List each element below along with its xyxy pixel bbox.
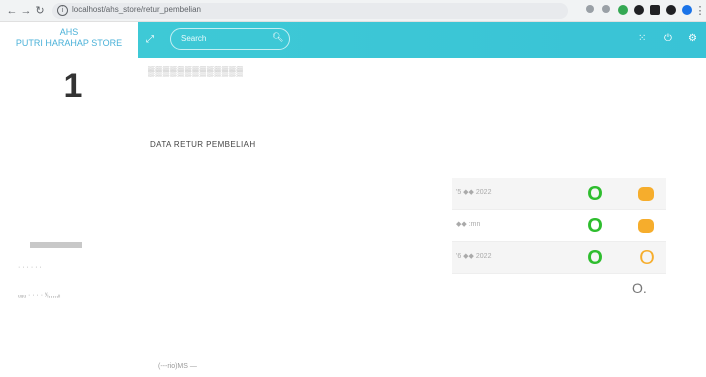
brand-name: PUTRI HARAHAP STORE (15, 38, 123, 48)
brand-logo[interactable]: AHS PUTRI HARAHAP STORE (0, 22, 138, 58)
sidebar-item[interactable]: ᵤᵤᵤ · · · · ʸᵢ,,,,,ᵢᵢ (18, 292, 60, 299)
window-icon[interactable] (650, 5, 660, 15)
info-icon[interactable]: i (57, 5, 68, 16)
page-title: DATA RETUR PEMBELIAH (150, 140, 256, 149)
edit-icon[interactable]: O (638, 247, 656, 269)
cast-icon[interactable] (666, 5, 676, 15)
browser-toolbar: ← → ↻ i localhost/ahs_store/retur_pembel… (0, 0, 706, 22)
sidebar-item[interactable]: · · · · · · (18, 264, 42, 271)
profile-icon[interactable] (682, 5, 692, 15)
address-text: localhost/ahs_store/retur_pembelian (72, 5, 201, 14)
action-icon[interactable]: O. (632, 280, 647, 296)
edit-icon[interactable] (638, 219, 654, 233)
date-cell: '5 ◆◆ 2022 (456, 189, 492, 196)
date-cell: '6 ◆◆ 2022 (456, 253, 492, 260)
table-row: ◆◆ :mn O (452, 210, 666, 242)
forward-icon[interactable]: → (20, 4, 32, 18)
approve-icon[interactable]: O (584, 215, 606, 237)
puzzle-icon[interactable] (634, 5, 644, 15)
grid-icon[interactable]: ⁙ (638, 33, 646, 44)
brand-abbrev: AHS (59, 27, 79, 37)
gear-icon[interactable]: ⚙ (688, 33, 697, 44)
share-icon[interactable] (586, 5, 594, 13)
star-icon[interactable] (602, 5, 610, 13)
menu-dots-icon[interactable]: ⋮ (694, 4, 706, 18)
sidebar-logo-number: 1 (63, 67, 83, 105)
edit-icon[interactable] (638, 187, 654, 201)
table-row: '5 ◆◆ 2022 O (452, 178, 666, 210)
breadcrumb: ▒▒▒▒▒▒▒▒▒▒▒▒▒ (148, 66, 244, 76)
table-row: '6 ◆◆ 2022 O O (452, 242, 666, 274)
retur-table: '5 ◆◆ 2022 O ◆◆ :mn O '6 ◆◆ 2022 O O (452, 178, 666, 274)
footer-text: (---rio)MS — (158, 363, 197, 370)
search-icon[interactable]: 🔍︎ (272, 32, 283, 43)
sidebar-item-bar[interactable] (30, 242, 82, 248)
approve-icon[interactable]: O (584, 247, 606, 269)
date-cell: ◆◆ :mn (456, 221, 481, 228)
back-icon[interactable]: ← (6, 4, 18, 18)
approve-icon[interactable]: O (584, 183, 606, 205)
sidebar-toggle-icon[interactable]: ⤢ (146, 34, 154, 45)
extension-icon[interactable] (618, 5, 628, 15)
top-header: ⤢ Search 🔍︎ ⁙ ⏻ ⚙ (138, 22, 706, 58)
reload-icon[interactable]: ↻ (34, 4, 46, 18)
address-bar[interactable]: i localhost/ahs_store/retur_pembelian (52, 3, 568, 19)
search-placeholder: Search (181, 34, 207, 43)
power-icon[interactable]: ⏻ (664, 33, 672, 44)
